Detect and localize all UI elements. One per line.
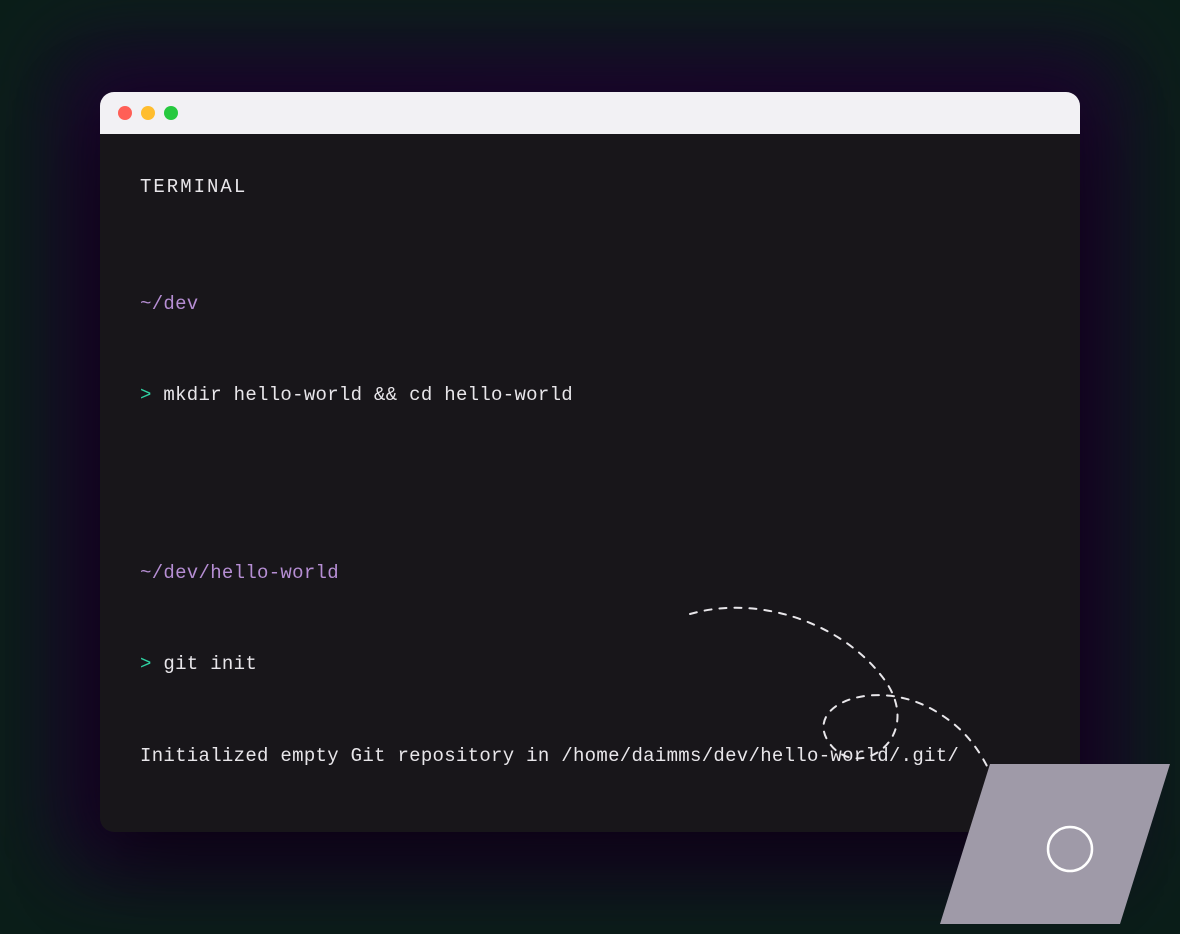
window-titlebar: [100, 92, 1080, 134]
terminal-body[interactable]: TERMINAL ~/dev > mkdir hello-world && cd…: [100, 134, 1080, 832]
terminal-block: ~/dev/hello-world > git init Initialized…: [140, 498, 1040, 832]
prompt-line: ~/dev/hello-world: [140, 558, 1040, 588]
command-text: mkdir hello-world && cd hello-world: [163, 384, 573, 406]
cwd-path: ~/dev: [140, 293, 199, 315]
output-line: Initialized empty Git repository in /hom…: [140, 741, 1040, 771]
terminal-heading: TERMINAL: [140, 172, 1040, 202]
prompt-symbol: >: [140, 384, 152, 406]
command-line: > mkdir hello-world && cd hello-world: [140, 380, 1040, 410]
command-line: > git init: [140, 649, 1040, 679]
terminal-window: TERMINAL ~/dev > mkdir hello-world && cd…: [100, 92, 1080, 832]
minimize-icon[interactable]: [141, 106, 155, 120]
terminal-block: ~/dev > mkdir hello-world && cd hello-wo…: [140, 228, 1040, 471]
prompt-symbol: >: [140, 653, 152, 675]
cwd-path: ~/dev/hello-world: [140, 562, 339, 584]
command-text: git init: [163, 653, 257, 675]
close-icon[interactable]: [118, 106, 132, 120]
zoom-icon[interactable]: [164, 106, 178, 120]
prompt-line: ~/dev: [140, 289, 1040, 319]
